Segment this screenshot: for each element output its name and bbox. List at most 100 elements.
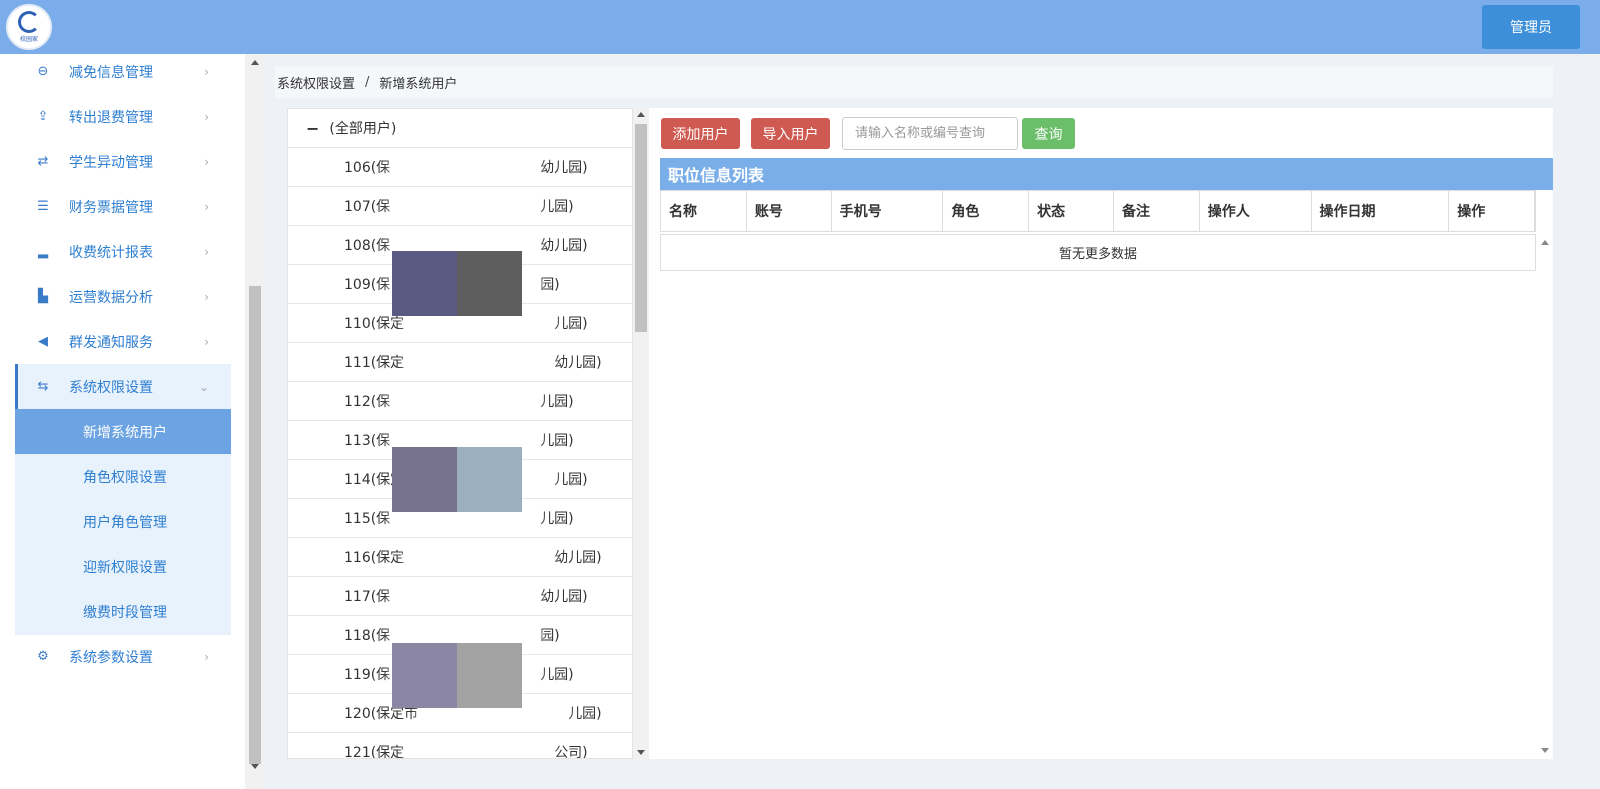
- redacted-text: [390, 160, 541, 174]
- tree-root-label: (全部用户): [329, 121, 397, 137]
- bar-chart-icon: ▙: [38, 289, 48, 304]
- gear-icon: ⚙: [37, 649, 49, 664]
- scroll-down-icon[interactable]: [637, 750, 645, 755]
- search-input[interactable]: [842, 117, 1018, 150]
- collapse-icon[interactable]: −: [306, 119, 319, 138]
- scroll-up-icon[interactable]: [251, 60, 259, 65]
- volume-icon: ◀: [38, 334, 48, 349]
- scroll-down-icon[interactable]: [1541, 748, 1549, 753]
- tree-node-prefix: 109(保: [344, 277, 391, 293]
- redacted-text: [390, 589, 541, 603]
- submenu-item-welcome-permissions[interactable]: 迎新权限设置: [15, 544, 231, 589]
- tree-node-suffix: 园): [540, 277, 560, 293]
- redacted-text: [418, 706, 569, 720]
- redacted-text: [390, 433, 541, 447]
- sidebar-item-label: 收费统计报表: [69, 244, 153, 261]
- tree-node[interactable]: 121(保定 公司): [288, 733, 632, 759]
- server-icon: ☰: [37, 199, 49, 214]
- tree-node-suffix: 儿园): [540, 394, 574, 410]
- sidebar-item-label: 学生异动管理: [69, 154, 153, 171]
- tree-node-suffix: 幼儿园): [554, 550, 602, 566]
- submenu-item-payment-period[interactable]: 缴费时段管理: [15, 589, 231, 634]
- redaction-block: [392, 251, 457, 316]
- tree-node-prefix: 119(保: [344, 667, 391, 683]
- scrollbar-thumb[interactable]: [249, 286, 261, 764]
- breadcrumb-current: 新增系统用户: [379, 76, 458, 92]
- tree-node-suffix: 儿园): [540, 433, 574, 449]
- admin-button[interactable]: 管理员: [1482, 5, 1580, 49]
- tree-node[interactable]: 111(保定 幼儿园): [288, 343, 632, 382]
- chevron-right-icon: ›: [204, 64, 209, 79]
- tree-node-suffix: 幼儿园): [540, 238, 588, 254]
- redacted-text: [390, 394, 541, 408]
- sidebar-item-system-params[interactable]: ⚙ 系统参数设置 ›: [15, 634, 231, 679]
- sidebar-item-reduction[interactable]: ⊖ 减免信息管理 ›: [15, 49, 231, 94]
- logo-text: 校园家: [19, 36, 38, 43]
- empty-message: 暂无更多数据: [660, 234, 1536, 271]
- column-header: 操作人: [1200, 191, 1312, 231]
- sidebar-item-label: 转出退费管理: [69, 109, 153, 126]
- tree-node-suffix: 儿园): [568, 706, 602, 722]
- sidebar-item-label: 运营数据分析: [69, 289, 153, 306]
- signal-icon: ▂: [38, 244, 48, 259]
- tree-node-prefix: 118(保: [344, 628, 391, 644]
- submenu-item-user-roles[interactable]: 用户角色管理: [15, 499, 231, 544]
- chevron-right-icon: ›: [204, 154, 209, 169]
- redaction-block: [457, 251, 522, 316]
- tree-node[interactable]: 116(保定 幼儿园): [288, 538, 632, 577]
- tree-node[interactable]: 107(保 儿园): [288, 187, 632, 226]
- tree-node-suffix: 园): [540, 628, 560, 644]
- tree-node[interactable]: 106(保 幼儿园): [288, 148, 632, 187]
- scroll-up-icon[interactable]: [637, 112, 645, 117]
- scrollbar-thumb[interactable]: [635, 124, 647, 332]
- redacted-text: [404, 550, 555, 564]
- tree-node-prefix: 108(保: [344, 238, 391, 254]
- breadcrumb: 系统权限设置 / 新增系统用户: [275, 66, 1553, 98]
- tree-node-suffix: 公司): [554, 745, 588, 759]
- scroll-up-icon[interactable]: [1541, 240, 1549, 245]
- redaction-block: [457, 447, 522, 512]
- sidebar-item-student-change[interactable]: ⇄ 学生异动管理 ›: [15, 139, 231, 184]
- sidebar-item-analytics[interactable]: ▙ 运营数据分析 ›: [15, 274, 231, 319]
- tree-node[interactable]: 112(保 儿园): [288, 382, 632, 421]
- retweet-icon: ⇆: [37, 379, 49, 394]
- sidebar-item-invoice[interactable]: ☰ 财务票据管理 ›: [15, 184, 231, 229]
- query-button[interactable]: 查询: [1022, 118, 1075, 149]
- tree-node-suffix: 幼儿园): [540, 160, 588, 176]
- sidebar-item-fee-report[interactable]: ▂ 收费统计报表 ›: [15, 229, 231, 274]
- column-header: 操作: [1449, 191, 1536, 231]
- tree-node-suffix: 儿园): [540, 667, 574, 683]
- table-scrollbar[interactable]: [1537, 232, 1553, 759]
- chevron-right-icon: ›: [204, 334, 209, 349]
- sidebar-item-label: 财务票据管理: [69, 199, 153, 216]
- chevron-right-icon: ›: [204, 649, 209, 664]
- sidebar-item-notify[interactable]: ◀ 群发通知服务 ›: [15, 319, 231, 364]
- exchange-icon: ⇄: [37, 154, 49, 169]
- submenu-item-add-user[interactable]: 新增系统用户: [15, 409, 231, 454]
- minus-circle-icon: ⊖: [37, 64, 49, 79]
- tree-node-prefix: 106(保: [344, 160, 391, 176]
- redacted-text: [404, 355, 555, 369]
- redacted-text: [404, 745, 555, 758]
- breadcrumb-parent[interactable]: 系统权限设置: [277, 73, 355, 92]
- tree-node-prefix: 121(保定: [344, 745, 405, 759]
- table-title: 职位信息列表: [660, 158, 1553, 190]
- tree-node[interactable]: 117(保 幼儿园): [288, 577, 632, 616]
- scroll-down-icon[interactable]: [251, 764, 259, 769]
- tree-node-prefix: 113(保: [344, 433, 391, 449]
- submenu-item-role-permissions[interactable]: 角色权限设置: [15, 454, 231, 499]
- sidebar-scrollbar[interactable]: [247, 54, 263, 789]
- add-user-button[interactable]: 添加用户: [661, 118, 740, 149]
- redacted-text: [390, 511, 541, 525]
- import-user-button[interactable]: 导入用户: [751, 118, 830, 149]
- breadcrumb-separator: /: [365, 74, 370, 90]
- tree-node-prefix: 116(保定: [344, 550, 405, 566]
- tree-node-suffix: 儿园): [540, 511, 574, 527]
- tree-node-prefix: 112(保: [344, 394, 391, 410]
- sidebar-item-label: 减免信息管理: [69, 64, 153, 81]
- tree-root[interactable]: − (全部用户): [288, 109, 632, 148]
- sidebar-item-refund[interactable]: ⇪ 转出退费管理 ›: [15, 94, 231, 139]
- sidebar-item-permissions[interactable]: ⇆ 系统权限设置 ⌄: [15, 364, 231, 409]
- tree-scrollbar[interactable]: [633, 108, 649, 759]
- tree-node-suffix: 幼儿园): [554, 355, 602, 371]
